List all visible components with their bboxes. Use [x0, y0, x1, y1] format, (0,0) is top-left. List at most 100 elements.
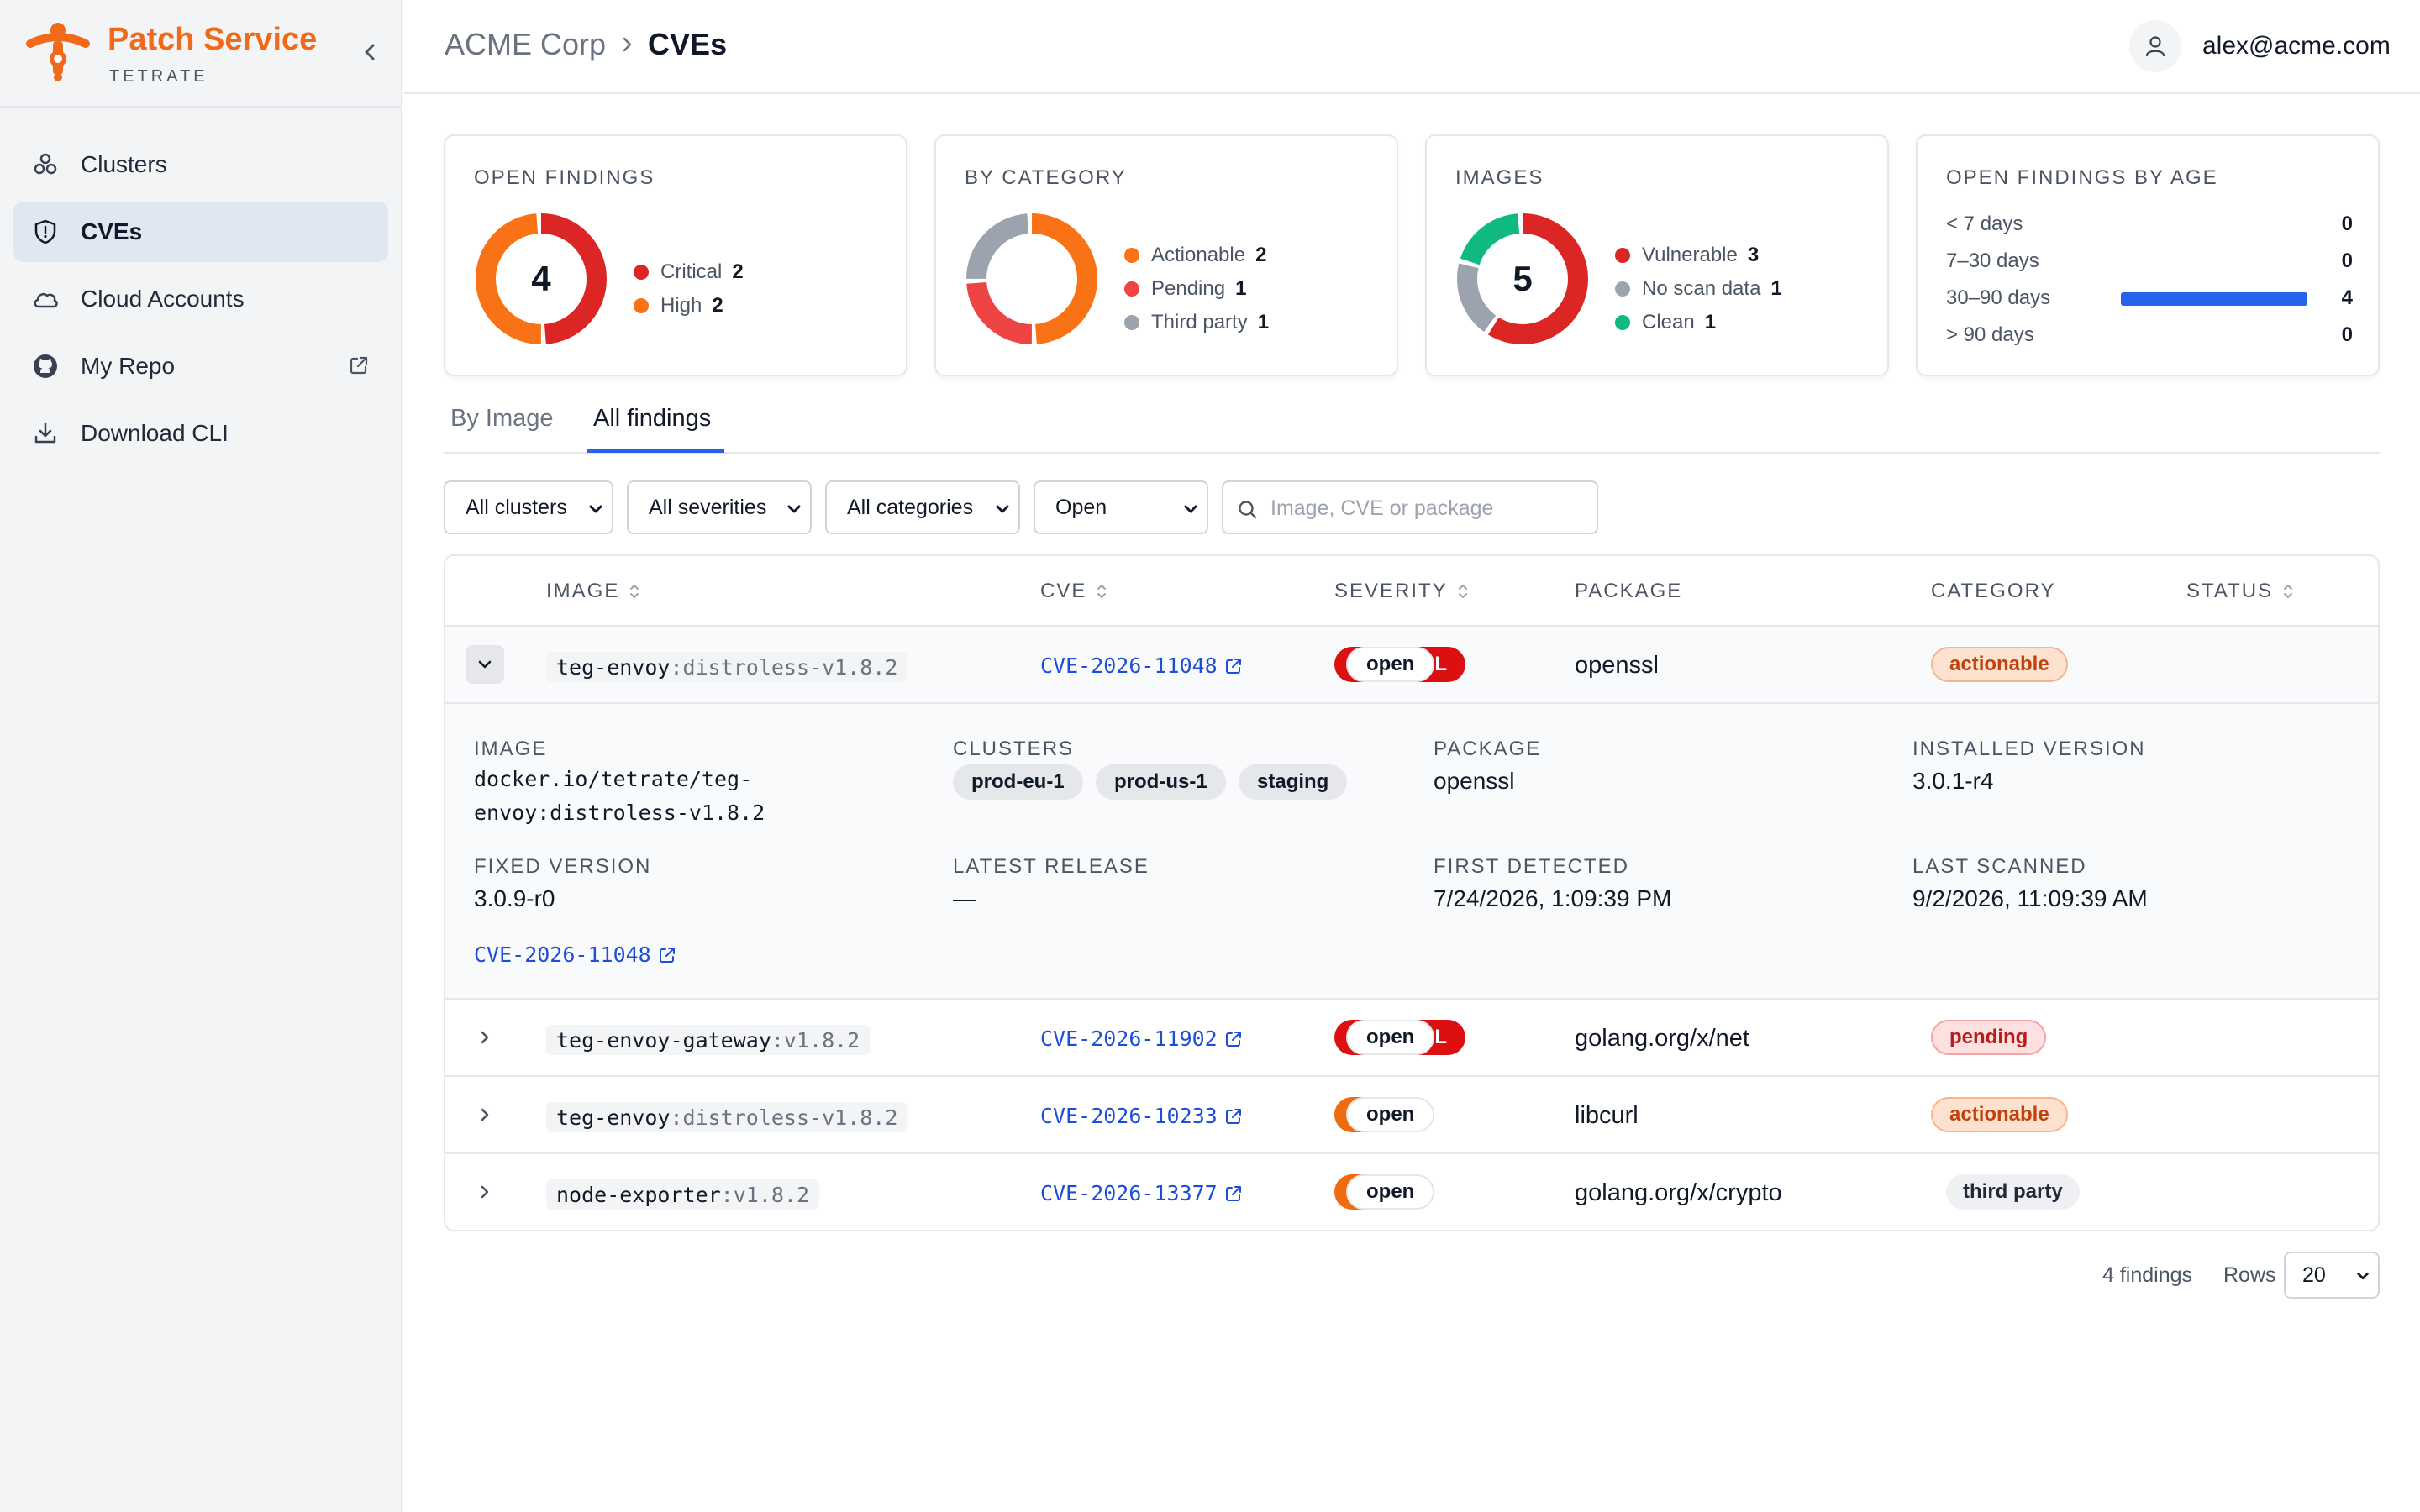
donut-total: 5	[1512, 259, 1533, 298]
expand-row-chevron-right-icon[interactable]	[466, 1173, 504, 1211]
top-header: ACME Corp CVEs alex@acme.com	[404, 0, 2420, 94]
cve-id: CVE-2026-11902	[1040, 1026, 1218, 1051]
detail-label: INSTALLED VERSION	[1912, 738, 2146, 760]
rows-per-page-select[interactable]: 20	[2284, 1252, 2380, 1299]
clusters-filter-select[interactable]: All clusters	[444, 480, 613, 534]
detail-label: FIXED VERSION	[474, 855, 652, 878]
external-link-icon	[1224, 1107, 1243, 1126]
legend-value: 1	[1257, 311, 1270, 333]
legend-item-vulnerable: Vulnerable 3	[1615, 244, 1759, 267]
detail-image-value: docker.io/tetrate/teg-envoy:distroless-v…	[474, 767, 765, 825]
sidebar-item-download-cli[interactable]: Download CLI	[13, 403, 388, 464]
expand-row-chevron-right-icon[interactable]	[466, 1095, 504, 1134]
breadcrumb-org-link[interactable]: ACME Corp	[445, 27, 606, 62]
legend-value: 2	[712, 294, 723, 317]
table-row[interactable]: teg-envoy:distroless-v1.8.2 CVE-2026-102…	[445, 1077, 2378, 1152]
column-header-status[interactable]: STATUS	[2186, 580, 2295, 603]
detail-label: LAST SCANNED	[1912, 855, 2087, 878]
severities-filter-select[interactable]: All severities	[627, 480, 812, 534]
package-name: openssl	[1575, 652, 1659, 679]
user-avatar-icon[interactable]	[2129, 20, 2181, 72]
sidebar-item-my-repo[interactable]: My Repo	[13, 336, 388, 396]
sidebar-item-clusters[interactable]: Clusters	[13, 134, 388, 195]
cve-id: CVE-2026-13377	[1040, 1181, 1218, 1205]
column-header-image[interactable]: IMAGE	[546, 580, 641, 603]
legend-dot	[1124, 248, 1139, 263]
sort-icon	[628, 582, 641, 601]
detail-first-detected: 7/24/2026, 1:09:39 PM	[1434, 885, 1672, 911]
select-value: Open	[1055, 495, 1107, 519]
image-name: teg-envoy	[556, 654, 671, 680]
column-header-label: PACKAGE	[1575, 580, 1683, 602]
legend-dot	[634, 265, 649, 280]
image-tag: :distroless-v1.8.2	[670, 654, 898, 680]
legend-value: 2	[1255, 244, 1267, 266]
column-header-label: SEVERITY	[1334, 580, 1448, 602]
detail-label: FIRST DETECTED	[1434, 855, 1629, 878]
cve-link[interactable]: CVE-2026-10233	[1040, 1104, 1243, 1128]
age-label: < 7 days	[1946, 213, 2023, 235]
age-value: 0	[2341, 213, 2353, 235]
detail-cve-link[interactable]: CVE-2026-11048	[474, 942, 676, 967]
select-value: All categories	[847, 495, 974, 519]
image-chip: node-exporter:v1.8.2	[546, 1179, 820, 1210]
collapse-row-chevron-down-icon[interactable]	[466, 645, 504, 684]
card-title: OPEN FINDINGS	[474, 166, 655, 189]
table-row[interactable]: teg-envoy:distroless-v1.8.2 CVE-2026-110…	[445, 627, 2378, 702]
legend-value: 1	[1235, 277, 1247, 300]
legend-dot	[1615, 248, 1630, 263]
age-row: 30–90 days 4	[1946, 284, 2353, 311]
download-icon	[30, 418, 60, 449]
card-title: OPEN FINDINGS BY AGE	[1946, 166, 2218, 189]
category-badge: third party	[1946, 1174, 2080, 1210]
legend-label: Vulnerable	[1642, 244, 1738, 266]
rows-per-page-label: Rows	[2223, 1263, 2276, 1287]
breadcrumb: ACME Corp CVEs	[445, 27, 727, 62]
cve-link[interactable]: CVE-2026-11048	[1040, 654, 1243, 678]
column-header-severity[interactable]: SEVERITY	[1334, 580, 1470, 603]
categories-filter-select[interactable]: All categories	[825, 480, 1020, 534]
tab-all-findings[interactable]: All findings	[593, 405, 711, 433]
table-row[interactable]: node-exporter:v1.8.2 CVE-2026-13377 HIGH…	[445, 1154, 2378, 1230]
external-link-icon	[658, 946, 676, 964]
external-link-icon	[1224, 657, 1243, 675]
sidebar-item-cloud-accounts[interactable]: Cloud Accounts	[13, 269, 388, 329]
sidebar-item-label: CVEs	[81, 218, 143, 244]
search-input[interactable]	[1270, 494, 1590, 522]
external-link-icon	[348, 354, 370, 376]
legend-dot	[1615, 281, 1630, 297]
select-value: All severities	[649, 495, 767, 519]
column-header-label: CATEGORY	[1931, 580, 2056, 602]
tab-by-image[interactable]: By Image	[450, 405, 554, 433]
package-name: golang.org/x/net	[1575, 1025, 1749, 1052]
images-card: IMAGES 5 Vulnerable 3 No scan data 1 Cle…	[1425, 134, 1889, 376]
user-email[interactable]: alex@acme.com	[2202, 32, 2391, 60]
brand: Patch Service TETRATE	[0, 0, 401, 108]
collapse-sidebar-chevron-left-icon[interactable]	[356, 39, 383, 66]
sort-icon	[2281, 582, 2295, 601]
legend-value: 3	[1747, 244, 1760, 266]
sidebar-item-cves[interactable]: CVEs	[13, 202, 388, 262]
status-badge: open	[1346, 1020, 1435, 1055]
sort-icon	[1456, 582, 1470, 601]
cve-link[interactable]: CVE-2026-11902	[1040, 1026, 1243, 1051]
detail-label: LATEST RELEASE	[953, 855, 1150, 878]
legend-value: 1	[1770, 277, 1782, 300]
detail-installed-version: 3.0.1-r4	[1912, 768, 1994, 794]
package-name: golang.org/x/crypto	[1575, 1179, 1782, 1206]
sidebar: Patch Service TETRATE Clusters CVEs Clou…	[0, 0, 402, 1512]
legend-item-no-scan-data: No scan data 1	[1615, 277, 1782, 301]
image-chip: teg-envoy:distroless-v1.8.2	[546, 652, 908, 682]
cve-link[interactable]: CVE-2026-13377	[1040, 1181, 1243, 1205]
table-row[interactable]: teg-envoy-gateway:v1.8.2 CVE-2026-11902 …	[445, 1000, 2378, 1075]
age-row: > 90 days 0	[1946, 321, 2353, 348]
github-icon	[30, 351, 60, 381]
active-tab-indicator	[587, 449, 724, 453]
column-header-cve[interactable]: CVE	[1040, 580, 1108, 603]
sidebar-item-label: Cloud Accounts	[81, 286, 245, 312]
status-filter-select[interactable]: Open	[1034, 480, 1208, 534]
age-bar	[2121, 292, 2307, 306]
expand-row-chevron-right-icon[interactable]	[466, 1018, 504, 1057]
column-header-package: PACKAGE	[1575, 580, 1682, 603]
chevron-down-icon	[1181, 500, 1200, 518]
